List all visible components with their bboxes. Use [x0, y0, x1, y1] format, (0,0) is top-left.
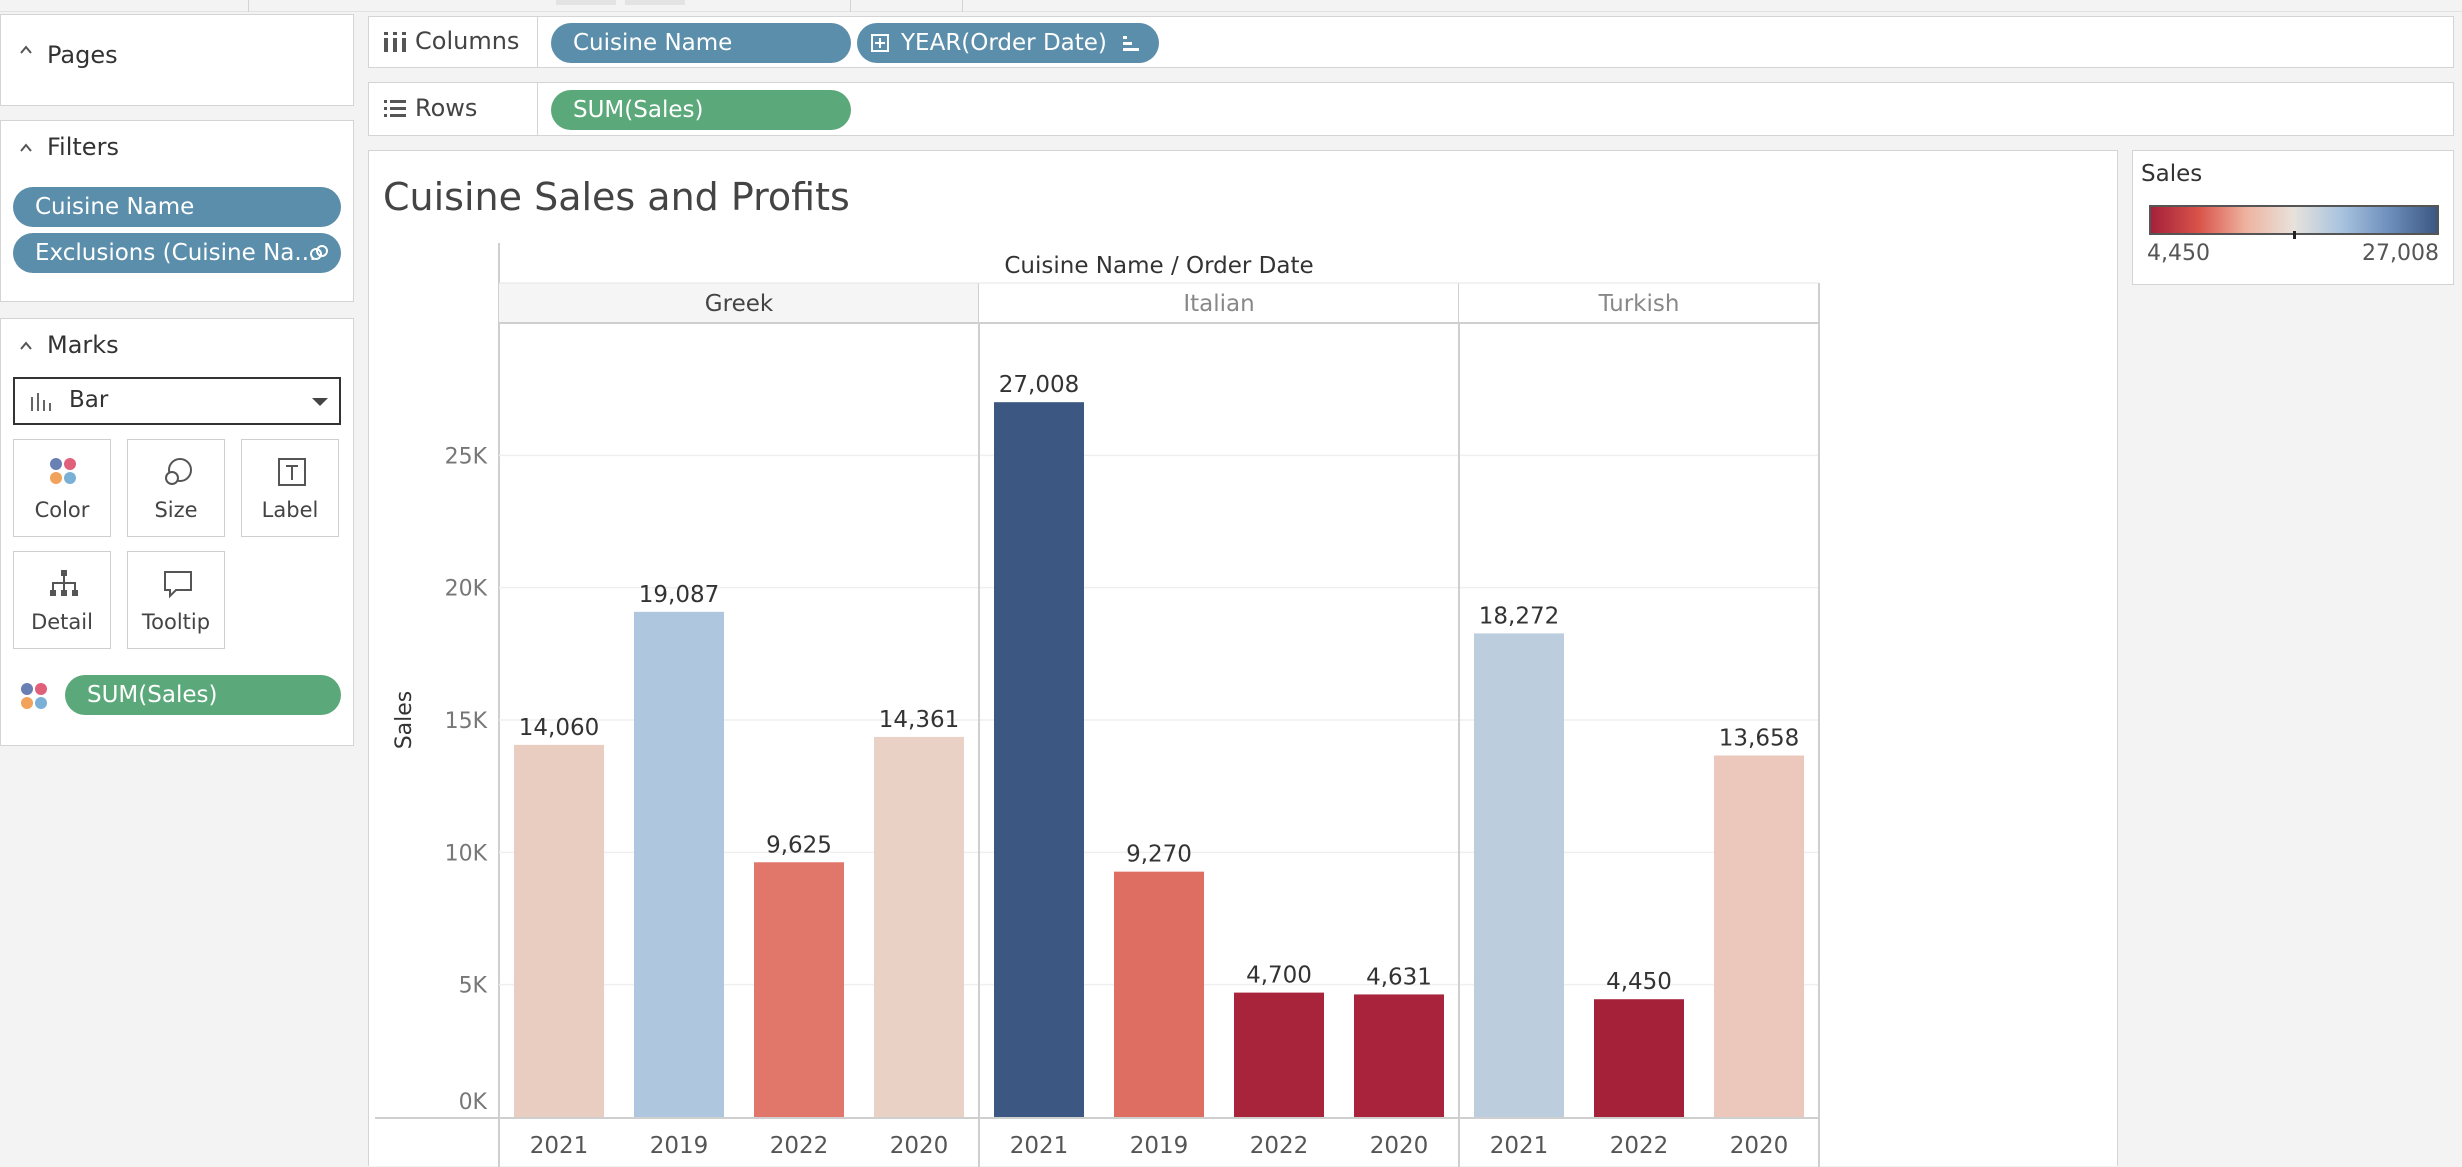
filter-pill-exclusions[interactable]: Exclusions (Cuisine Na... — [13, 233, 341, 273]
text-label-icon — [278, 458, 306, 486]
filter-pill-cuisine-name[interactable]: Cuisine Name — [13, 187, 341, 227]
pane-header-greek: Greek — [705, 291, 774, 317]
link-icon — [310, 245, 328, 260]
columns-shelf: Columns Cuisine Name YEAR(Order Date) — [368, 16, 2454, 68]
y-tick-label: 10K — [445, 841, 488, 866]
bar-value-label: 4,631 — [1366, 964, 1432, 990]
x-tick-label: 2020 — [1370, 1133, 1429, 1159]
color-field-pill[interactable]: SUM(Sales) — [65, 675, 341, 715]
detail-button[interactable]: Detail — [13, 551, 111, 649]
bar-greek-2021 — [514, 744, 604, 1117]
bar-value-label: 27,008 — [999, 372, 1079, 398]
rows-shelf: Rows SUM(Sales) — [368, 82, 2454, 136]
detail-button-label: Detail — [31, 610, 93, 634]
label-button[interactable]: Label — [241, 439, 339, 537]
bar-value-label: 18,272 — [1479, 603, 1559, 629]
bar-value-label: 9,625 — [766, 832, 832, 858]
bar-value-label: 14,060 — [519, 715, 599, 741]
mark-type-dropdown[interactable]: Bar — [13, 377, 341, 425]
x-tick-label: 2019 — [1130, 1133, 1189, 1159]
y-tick-label: 25K — [445, 444, 488, 469]
collapse-caret-icon[interactable] — [19, 141, 33, 155]
y-tick-label: 15K — [445, 709, 488, 734]
label-button-label: Label — [261, 498, 319, 522]
collapse-caret-icon[interactable] — [19, 339, 33, 353]
bar-value-label: 19,087 — [639, 582, 719, 608]
color-encoding-icon — [21, 683, 47, 709]
columns-pill-year-order-date[interactable]: YEAR(Order Date) — [857, 23, 1159, 63]
legend-marker — [2293, 231, 2296, 239]
color-palette-icon — [50, 458, 76, 484]
y-tick-label: 0K — [459, 1090, 488, 1115]
collapse-caret-icon[interactable] — [19, 43, 33, 57]
legend-title: Sales — [2141, 161, 2203, 187]
columns-label: Columns — [415, 27, 520, 55]
legend-min-label: 4,450 — [2147, 241, 2210, 266]
pages-card: Pages — [0, 14, 354, 106]
size-button-label: Size — [154, 498, 198, 522]
filter-pill-exclusions-label: Exclusions (Cuisine Na... — [35, 240, 317, 266]
x-tick-label: 2022 — [1250, 1133, 1309, 1159]
y-tick-label: 20K — [445, 577, 488, 602]
bar-greek-2022 — [754, 862, 844, 1117]
tooltip-speech-icon — [164, 571, 192, 599]
detail-hierarchy-icon — [50, 570, 78, 596]
bar-italian-2022 — [1234, 992, 1324, 1117]
rows-icon — [384, 100, 406, 117]
pages-title: Pages — [47, 41, 118, 69]
rows-label: Rows — [415, 94, 478, 122]
expand-plus-icon — [871, 34, 889, 52]
x-tick-label: 2022 — [1610, 1133, 1669, 1159]
columns-pill-year-order-date-label: YEAR(Order Date) — [901, 30, 1107, 56]
size-icon — [165, 458, 192, 485]
rows-pill-sum-sales[interactable]: SUM(Sales) — [551, 90, 851, 130]
bar-chart-icon — [31, 393, 51, 411]
chart-view: Cuisine Sales and Profits Cuisine Name /… — [368, 150, 2118, 1167]
top-tabs-strip — [0, 0, 2462, 12]
bar-value-label: 4,450 — [1606, 969, 1672, 995]
bar-italian-2021 — [994, 402, 1084, 1118]
bar-value-label: 4,700 — [1246, 963, 1312, 989]
legend-max-label: 27,008 — [2362, 241, 2439, 266]
pane-header-italian: Italian — [1183, 291, 1254, 317]
column-header-title: Cuisine Name / Order Date — [1004, 253, 1313, 279]
sort-descending-icon — [1123, 36, 1139, 51]
x-tick-label: 2022 — [770, 1133, 829, 1159]
bar-value-label: 9,270 — [1126, 842, 1192, 868]
bar-value-label: 13,658 — [1719, 726, 1799, 752]
x-tick-label: 2020 — [890, 1133, 949, 1159]
bar-chart: Cuisine Name / Order Date 0K 5K 10K 15K 20K 25… — [375, 243, 1820, 1167]
x-tick-label: 2019 — [650, 1133, 709, 1159]
x-tick-label: 2020 — [1730, 1133, 1789, 1159]
pane-header-turkish: Turkish — [1598, 291, 1680, 317]
bar-turkish-2021 — [1474, 633, 1564, 1117]
color-button[interactable]: Color — [13, 439, 111, 537]
bar-italian-2020 — [1354, 994, 1444, 1117]
x-tick-label: 2021 — [530, 1133, 589, 1159]
color-button-label: Color — [34, 498, 90, 522]
columns-icon — [384, 32, 406, 52]
x-tick-label: 2021 — [1010, 1133, 1069, 1159]
bar-greek-2020 — [874, 736, 964, 1117]
y-axis-label: Sales — [392, 691, 417, 750]
bar-turkish-2020 — [1714, 755, 1804, 1117]
dropdown-arrow-icon — [312, 398, 328, 406]
bar-greek-2019 — [634, 611, 724, 1117]
marks-card: Marks Bar Color Size Label Detail Toolti… — [0, 318, 354, 746]
filters-title: Filters — [47, 133, 119, 161]
tooltip-button[interactable]: Tooltip — [127, 551, 225, 649]
bar-italian-2019 — [1114, 871, 1204, 1117]
columns-pill-cuisine-name[interactable]: Cuisine Name — [551, 23, 851, 63]
bar-turkish-2022 — [1594, 999, 1684, 1117]
bar-value-label: 14,361 — [879, 707, 959, 733]
mark-type-label: Bar — [69, 387, 109, 413]
marks-title: Marks — [47, 331, 119, 359]
y-tick-label: 5K — [459, 974, 488, 999]
tooltip-button-label: Tooltip — [141, 610, 211, 634]
x-tick-label: 2021 — [1490, 1133, 1549, 1159]
filters-card: Filters Cuisine Name Exclusions (Cuisine… — [0, 120, 354, 302]
sales-color-legend: Sales 4,450 27,008 — [2132, 150, 2454, 285]
size-button[interactable]: Size — [127, 439, 225, 537]
